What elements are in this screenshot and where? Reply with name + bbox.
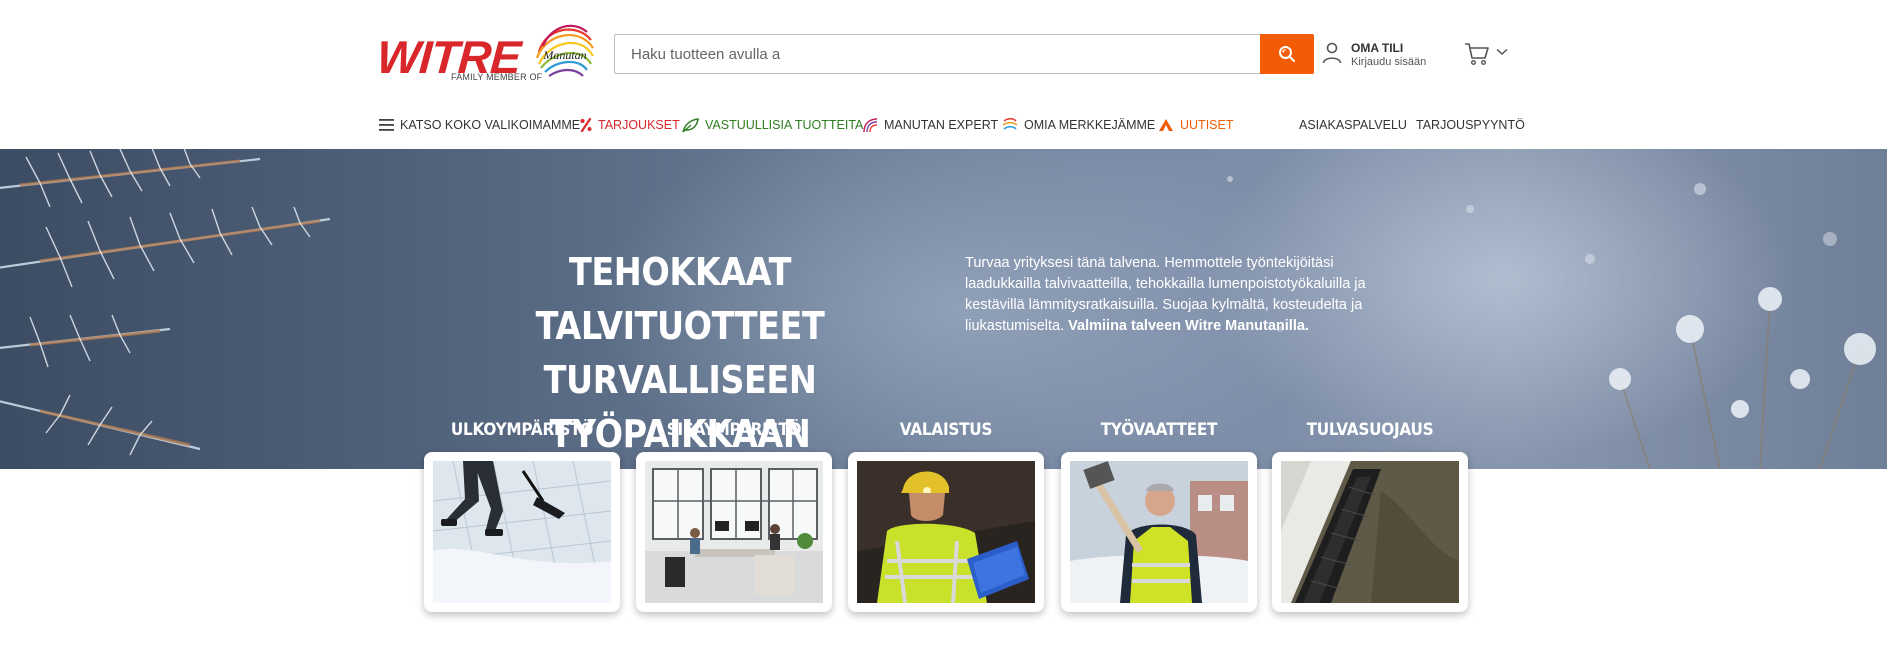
hero-description-bold: Valmiina talveen Witre Manutanilla. <box>1068 318 1309 334</box>
cart-icon <box>1465 43 1489 66</box>
nav-own-brands[interactable]: OMIA MERKKEJÄMME <box>1002 110 1155 140</box>
nav-offers-label: TARJOUKSET <box>598 118 680 132</box>
flood-barrier-image <box>1281 461 1459 603</box>
percent-icon <box>580 118 592 132</box>
user-icon <box>1322 42 1342 64</box>
nav-expert-label: MANUTAN EXPERT <box>884 118 999 132</box>
logo-tagline: FAMILY MEMBER OF <box>451 72 543 82</box>
account-title: OMA TILI <box>1351 41 1404 55</box>
nav-all-products[interactable]: KATSO KOKO VALIKOIMAMME <box>379 110 580 140</box>
lighting-worker-image <box>857 461 1035 603</box>
hero-title-line2: TURVALLISEEN TYÖPAIKKAAN <box>543 358 817 456</box>
category-card[interactable] <box>1061 452 1257 612</box>
logo-badge-label: Manutan <box>543 48 587 62</box>
category-card[interactable] <box>424 452 620 612</box>
account-login-link[interactable]: Kirjaudu sisään <box>1351 56 1426 68</box>
category-label: TYÖVAATTEET <box>1100 420 1218 440</box>
chevron-down-icon <box>1496 48 1508 56</box>
cart-button[interactable] <box>1464 40 1512 70</box>
search-bar <box>614 34 1314 74</box>
leaf-icon <box>682 117 699 132</box>
nav-sustainable-label: VASTUULLISIA TUOTTEITA <box>705 118 864 132</box>
nav-offers[interactable]: TARJOUKSET <box>580 110 680 140</box>
nav-news-label: UUTISET <box>1180 118 1234 132</box>
nav-sustainable[interactable]: VASTUULLISIA TUOTTEITA <box>682 110 863 140</box>
category-card[interactable] <box>1272 452 1468 612</box>
hero-description: Turvaa yrityksesi tänä talvena. Hemmotte… <box>965 253 1395 337</box>
nav-all-products-label: KATSO KOKO VALIKOIMAMME <box>400 118 581 132</box>
nav-expert[interactable]: MANUTAN EXPERT <box>862 110 998 140</box>
office-image <box>645 461 823 603</box>
hero-title-line1: TEHOKKAAT TALVITUOTTEET <box>535 250 825 348</box>
witre-logo[interactable]: WITRE FAMILY MEMBER OF Manutan <box>375 18 597 88</box>
nav-quote-request[interactable]: TARJOUSPYYNTÖ <box>1416 110 1525 140</box>
main-navigation: KATSO KOKO VALIKOIMAMME TARJOUKSET VASTU… <box>0 110 1887 140</box>
category-card[interactable] <box>636 452 832 612</box>
category-label: SISÄYMPÄRISTÖ <box>666 420 802 440</box>
nav-own-brands-label: OMIA MERKKEJÄMME <box>1024 118 1156 132</box>
category-label: ULKOYMPÄRISTÖ <box>450 420 594 440</box>
category-card[interactable] <box>848 452 1044 612</box>
nav-quote-request-label: TARJOUSPYYNTÖ <box>1416 118 1525 132</box>
nav-customer-service[interactable]: ASIAKASPALVELU <box>1299 110 1407 140</box>
category-label: VALAISTUS <box>899 420 993 440</box>
hamburger-menu-icon <box>379 119 394 131</box>
workwear-image <box>1070 461 1248 603</box>
search-input[interactable] <box>616 36 1261 72</box>
search-button[interactable] <box>1260 34 1314 74</box>
search-icon <box>1279 46 1295 62</box>
account-menu[interactable]: OMA TILI Kirjaudu sisään <box>1322 40 1442 72</box>
own-brands-icon <box>1002 118 1018 130</box>
nav-news[interactable]: UUTISET <box>1158 110 1233 140</box>
manutan-expert-icon <box>863 118 878 133</box>
nav-customer-service-label: ASIAKASPALVELU <box>1299 118 1407 132</box>
category-label: TULVASUOJAUS <box>1306 420 1434 440</box>
news-megaphone-icon <box>1159 119 1173 131</box>
snow-shoveling-image <box>433 461 611 603</box>
